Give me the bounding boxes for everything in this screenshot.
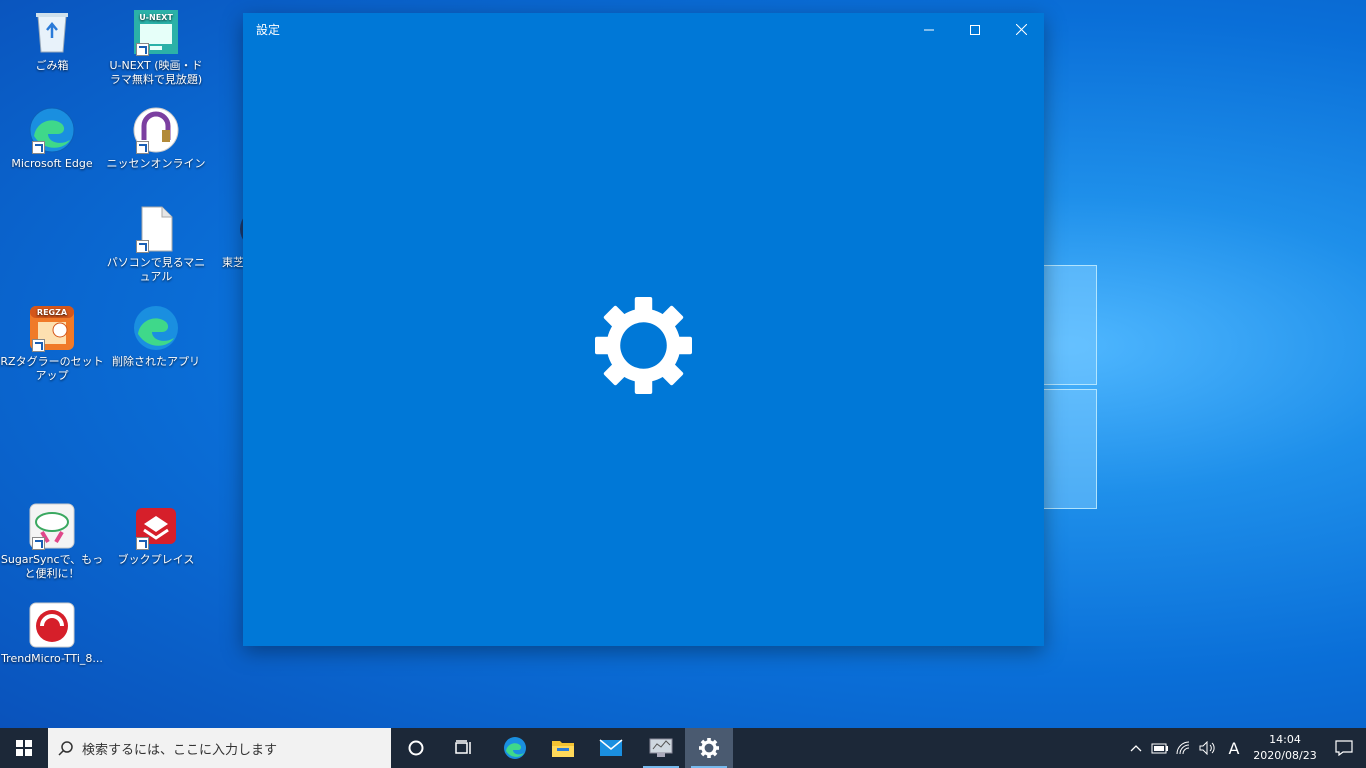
desktop-icon-label: SugarSyncで、もっと便利に！	[0, 553, 104, 580]
show-hidden-icons-button[interactable]	[1124, 728, 1148, 768]
gear-icon	[699, 738, 719, 758]
desktop-icon-toshiba[interactable]: 東芝	[196, 205, 244, 270]
windows-start-icon	[16, 740, 32, 756]
search-icon	[58, 741, 73, 756]
settings-window[interactable]: 設定	[243, 13, 1044, 646]
task-view-button[interactable]	[440, 728, 488, 768]
desktop-icon-label: ニッセンオンライン	[106, 157, 206, 170]
taskbar-explorer-button[interactable]	[539, 728, 587, 768]
desktop-icon-unext[interactable]: U-NEXT U-NEXT (映画・ドラマ無料で見放題)	[104, 8, 208, 87]
document-icon	[132, 205, 180, 253]
desktop-icon-removed-apps[interactable]: 削除されたアプリ	[104, 304, 208, 369]
taskbar-monitor-app-button[interactable]	[637, 728, 685, 768]
shortcut-arrow-icon	[136, 141, 149, 154]
taskbar-settings-button[interactable]	[685, 728, 733, 768]
sugarsync-icon	[28, 502, 76, 550]
shortcut-arrow-icon	[32, 537, 45, 550]
close-icon	[1015, 24, 1027, 35]
nissen-icon	[132, 106, 180, 154]
title-bar[interactable]: 設定	[243, 13, 1044, 46]
shortcut-arrow-icon	[136, 43, 149, 56]
taskbar-search-box[interactable]: 検索するには、ここに入力します	[48, 728, 391, 768]
wallpaper-windows-logo	[1040, 255, 1100, 515]
shortcut-arrow-icon	[136, 240, 149, 253]
regza-logo-text: REGZA	[37, 308, 68, 317]
maximize-button[interactable]	[952, 13, 998, 46]
start-button[interactable]	[0, 728, 48, 768]
bookplace-icon	[132, 502, 180, 550]
notification-icon	[1335, 740, 1353, 756]
regza-icon: REGZA	[28, 304, 76, 352]
search-placeholder: 検索するには、ここに入力します	[82, 742, 278, 758]
recycle-bin-icon	[28, 8, 76, 56]
wifi-icon	[1176, 741, 1190, 755]
trendmicro-icon	[28, 601, 76, 649]
minimize-icon	[924, 29, 934, 30]
desktop-icon-label: 東芝	[222, 256, 244, 269]
system-tray: A 14:04 2020/08/23	[1124, 728, 1366, 768]
desktop-icon-label: RZタグラーのセットアップ	[0, 355, 104, 382]
network-button[interactable]	[1172, 728, 1196, 768]
taskbar-mail-button[interactable]	[587, 728, 635, 768]
desktop-icon-bookplace[interactable]: ブックプレイス	[104, 502, 208, 567]
monitor-app-icon	[649, 738, 673, 757]
desktop-icon-label: ブックプレイス	[117, 553, 195, 566]
desktop-icon-manual[interactable]: パソコンで見るマニュアル	[104, 205, 208, 284]
desktop-icon-edge[interactable]: Microsoft Edge	[0, 106, 104, 171]
mail-icon	[599, 739, 623, 756]
cortana-circle-icon	[408, 740, 424, 756]
close-button[interactable]	[998, 13, 1044, 46]
settings-gear-icon	[595, 297, 692, 394]
desktop-icon-rz-tagler[interactable]: REGZA RZタグラーのセットアップ	[0, 304, 104, 383]
battery-button[interactable]	[1148, 728, 1172, 768]
desktop-icon-recycle-bin[interactable]: ごみ箱	[0, 8, 104, 73]
task-view-icon	[455, 740, 471, 754]
desktop-icon-label: Microsoft Edge	[11, 157, 93, 170]
desktop-icon-trendmicro[interactable]: TrendMicro-TTi_8...	[0, 601, 104, 666]
desktop-icon-label: U-NEXT (映画・ドラマ無料で見放題)	[109, 59, 203, 86]
action-center-button[interactable]	[1322, 728, 1366, 768]
battery-icon	[1151, 743, 1168, 754]
taskbar-edge-button[interactable]	[491, 728, 539, 768]
clock-time: 14:04	[1269, 733, 1301, 746]
unext-icon: U-NEXT	[132, 8, 180, 56]
taskbar: 検索するには、ここに入力します A 14:04 2020/08/23	[0, 728, 1366, 768]
desktop-icon-label: ごみ箱	[35, 59, 69, 72]
edge-icon	[28, 106, 76, 154]
clock-date: 2020/08/23	[1253, 749, 1317, 762]
desktop-icon-label: 削除されたアプリ	[112, 355, 200, 368]
folder-icon	[552, 741, 574, 757]
shortcut-arrow-icon	[136, 537, 149, 550]
desktop-icon-sugarsync[interactable]: SugarSyncで、もっと便利に！	[0, 502, 104, 581]
edge-icon	[132, 304, 180, 352]
minimize-button[interactable]	[906, 13, 952, 46]
window-title: 設定	[256, 23, 281, 37]
volume-button[interactable]	[1196, 728, 1220, 768]
desktop-icon-label: パソコンで見るマニュアル	[106, 256, 206, 283]
shortcut-arrow-icon	[32, 141, 45, 154]
ime-indicator[interactable]: A	[1220, 728, 1248, 768]
desktop-icon-label: TrendMicro-TTi_8...	[1, 652, 103, 665]
clock-button[interactable]: 14:04 2020/08/23	[1248, 732, 1322, 764]
unext-logo-text: U-NEXT	[139, 13, 173, 22]
cortana-button[interactable]	[392, 728, 440, 768]
shortcut-arrow-icon	[32, 339, 45, 352]
desktop-icon-nissen[interactable]: ニッセンオンライン	[104, 106, 208, 171]
speaker-icon	[1199, 741, 1215, 755]
chevron-up-icon	[1130, 745, 1142, 752]
edge-icon	[504, 737, 526, 759]
maximize-icon	[970, 24, 980, 35]
